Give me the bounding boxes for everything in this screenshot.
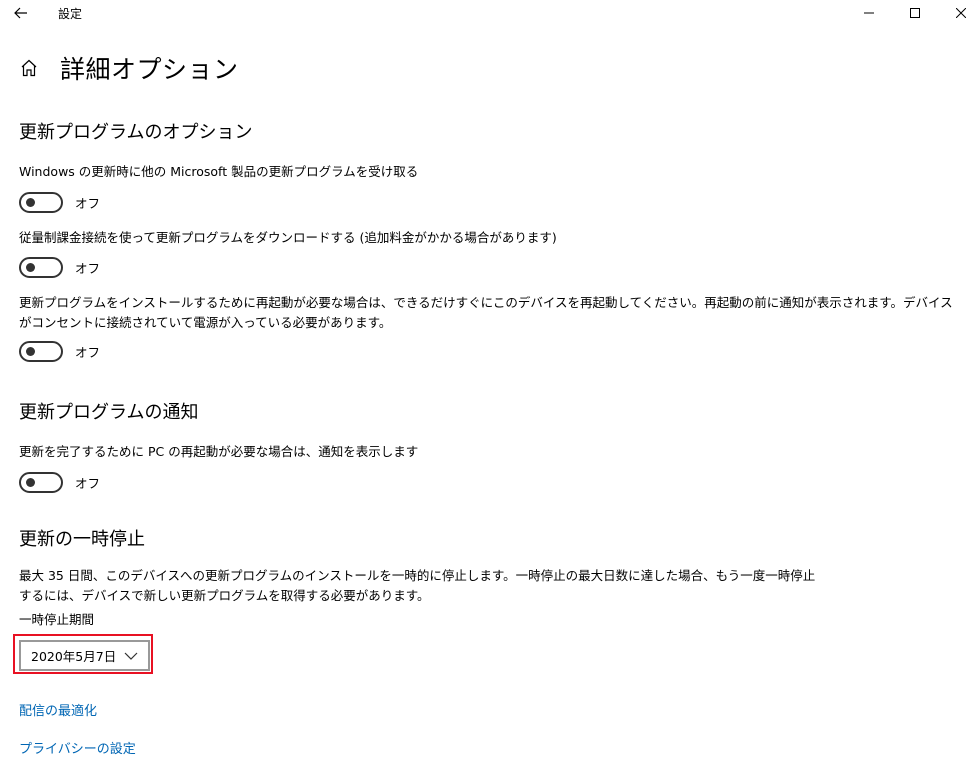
toggle-knob bbox=[26, 262, 35, 272]
page-header: 詳細オプション bbox=[18, 50, 239, 86]
section-heading-notifications: 更新プログラムの通知 bbox=[19, 402, 199, 423]
privacy-settings-link[interactable]: プライバシーの設定 bbox=[19, 738, 136, 757]
close-icon bbox=[956, 8, 966, 18]
toggle-row-restart-notification: オフ bbox=[19, 471, 100, 493]
toggle-restart-notification[interactable] bbox=[19, 471, 63, 493]
toggle-knob bbox=[26, 197, 35, 207]
app-title: 設定 bbox=[58, 7, 83, 21]
toggle-knob bbox=[26, 477, 35, 487]
option-label-restart-notification: 更新を完了するために PC の再起動が必要な場合は、通知を表示します bbox=[19, 444, 419, 459]
option-label-metered-connection: 従量制課金接続を使って更新プログラムをダウンロードする (追加料金がかかる場合が… bbox=[19, 230, 557, 245]
toggle-restart-asap[interactable] bbox=[19, 340, 63, 362]
back-button[interactable] bbox=[6, 0, 36, 26]
pause-period-label: 一時停止期間 bbox=[19, 612, 95, 627]
pause-date-dropdown[interactable]: 2020年5月7日 bbox=[19, 640, 150, 671]
toggle-row-other-products: オフ bbox=[19, 191, 100, 213]
toggle-state-label: オフ bbox=[75, 260, 101, 276]
title-bar: 設定 bbox=[0, 0, 980, 26]
toggle-state-label: オフ bbox=[75, 344, 101, 360]
arrow-left-icon bbox=[14, 7, 27, 19]
home-button[interactable] bbox=[18, 57, 40, 79]
option-label-restart-asap: 更新プログラムをインストールするために再起動が必要な場合は、できるだけすぐにこの… bbox=[19, 295, 953, 330]
section-heading-update-options: 更新プログラムのオプション bbox=[19, 122, 253, 143]
toggle-row-restart-asap: オフ bbox=[19, 340, 100, 362]
toggle-state-label: オフ bbox=[75, 195, 101, 211]
toggle-other-products[interactable] bbox=[19, 191, 63, 213]
maximize-icon bbox=[910, 8, 920, 18]
pause-description: 最大 35 日間、このデバイスへの更新プログラムのインストールを一時的に停止しま… bbox=[19, 568, 816, 603]
minimize-button[interactable] bbox=[846, 0, 892, 26]
pause-date-value: 2020年5月7日 bbox=[31, 649, 117, 664]
close-button[interactable] bbox=[938, 0, 980, 26]
option-label-other-products: Windows の更新時に他の Microsoft 製品の更新プログラムを受け取… bbox=[19, 164, 419, 179]
toggle-knob bbox=[26, 346, 35, 356]
toggle-state-label: オフ bbox=[75, 475, 101, 491]
toggle-row-metered-connection: オフ bbox=[19, 256, 100, 278]
toggle-metered-connection[interactable] bbox=[19, 256, 63, 278]
section-heading-pause-updates: 更新の一時停止 bbox=[19, 529, 145, 550]
delivery-optimization-link[interactable]: 配信の最適化 bbox=[19, 700, 97, 719]
minimize-icon bbox=[864, 12, 874, 14]
maximize-button[interactable] bbox=[892, 0, 938, 26]
home-icon bbox=[21, 59, 37, 77]
chevron-down-icon bbox=[123, 648, 139, 664]
page-title: 詳細オプション bbox=[60, 55, 239, 84]
